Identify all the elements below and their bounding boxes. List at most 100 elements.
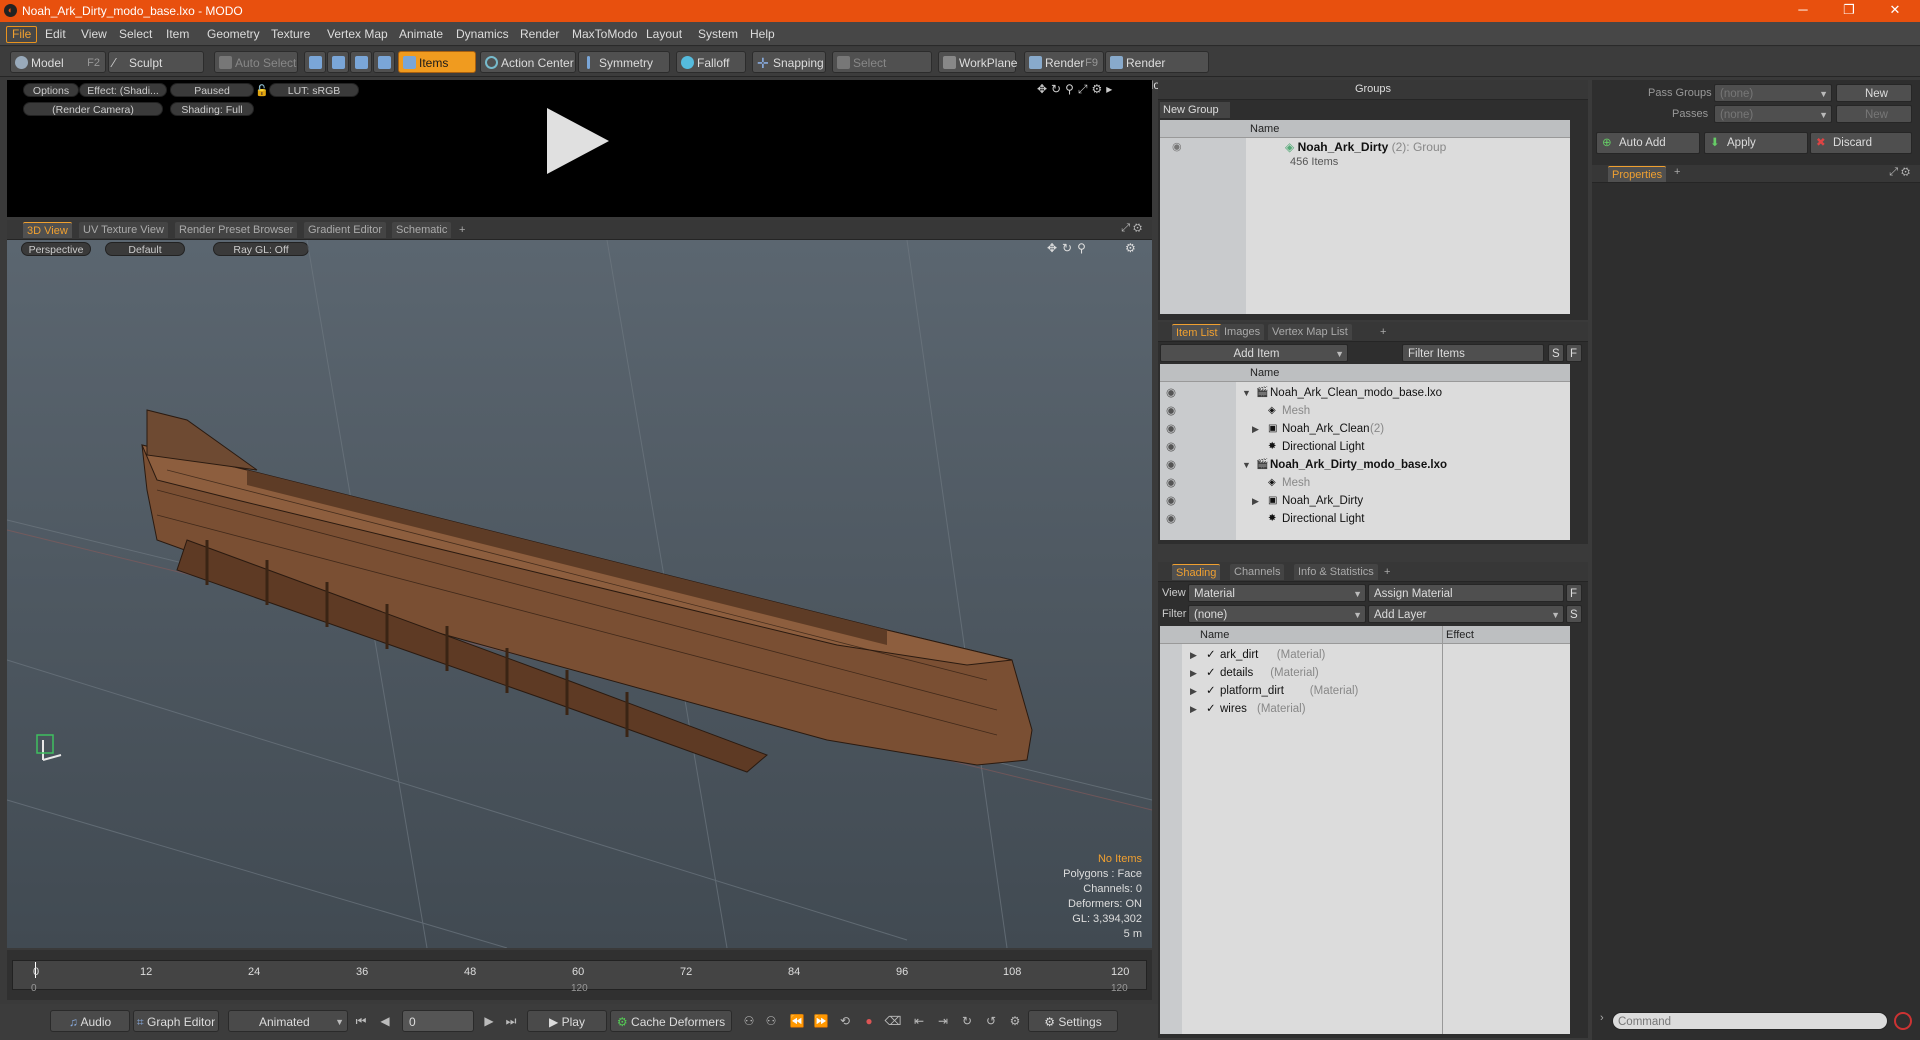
tab-3d-view[interactable]: 3D View — [23, 222, 72, 238]
eye-icon[interactable]: ◉ — [1166, 402, 1176, 420]
render-options-button[interactable]: Options — [23, 83, 79, 97]
eye-icon[interactable]: ◉ — [1166, 456, 1176, 474]
maximize-button[interactable]: ❐ — [1826, 0, 1872, 22]
falloff-button[interactable]: Falloff — [676, 51, 746, 73]
enable-check-icon[interactable]: ✓ — [1206, 646, 1216, 664]
shader-tree-row[interactable]: ▶ ✓ wires (Material) — [1160, 700, 1570, 718]
render-camera-dropdown[interactable]: (Render Camera) — [23, 102, 163, 116]
render-window-button[interactable]: Render Window — [1105, 51, 1209, 92]
add-tab-button[interactable]: + — [1380, 564, 1394, 580]
filter-items-input[interactable]: Filter Items — [1402, 344, 1544, 362]
menu-help[interactable]: Help — [745, 26, 780, 43]
render-preview[interactable]: Options Effect: (Shadi... Paused 🔓 LUT: … — [7, 80, 1152, 217]
polygons-mode-button[interactable] — [350, 51, 372, 73]
tab-images[interactable]: Images — [1220, 324, 1265, 340]
play-render-icon[interactable] — [547, 108, 609, 174]
add-item-dropdown[interactable]: Add Item ▼ — [1160, 344, 1348, 362]
lut-dropdown[interactable]: LUT: sRGB — [269, 83, 359, 97]
snapping-button[interactable]: ✛ Snapping — [752, 51, 826, 73]
set-key-icon[interactable]: ⟲ — [836, 1012, 854, 1030]
range-end-icon[interactable]: ⇥ — [934, 1012, 952, 1030]
pass-groups-dropdown[interactable]: (none) ▼ — [1714, 84, 1832, 102]
next-frame-icon[interactable]: ▶ — [480, 1012, 498, 1030]
timeline[interactable]: 0 12 24 36 48 60 72 84 96 108 120 0 120 … — [7, 950, 1152, 1000]
model-mode-button[interactable]: Model F2 — [10, 51, 106, 73]
eye-icon[interactable]: ◉ — [1166, 420, 1176, 438]
next-key-icon[interactable]: ⏩ — [812, 1012, 830, 1030]
shader-tree-row[interactable]: ▶ ✓ details (Material) — [1160, 664, 1570, 682]
tab-vertex-map-list[interactable]: Vertex Map List — [1268, 324, 1352, 340]
workplane-button[interactable]: WorkPlane — [938, 51, 1017, 73]
view-dropdown[interactable]: Material ▼ — [1188, 584, 1366, 602]
menu-system[interactable]: System — [693, 26, 743, 43]
properties-settings-icon[interactable]: ⤢ ⚙ — [1889, 166, 1910, 179]
expand-icon[interactable]: ▶ — [1190, 682, 1197, 700]
shading-dropdown[interactable]: Shading: Full — [170, 102, 254, 116]
shader-tree-row[interactable]: ▶ ✓ ark_dirt (Material) — [1160, 646, 1570, 664]
auto-key-icon[interactable]: ⚇ — [762, 1012, 780, 1030]
eye-icon[interactable]: ◉ — [1166, 438, 1176, 456]
group-visibility-icon[interactable]: ◉ — [1172, 140, 1182, 153]
new-group-button[interactable]: New Group — [1160, 102, 1230, 118]
expand-icon[interactable]: ▶ — [1190, 646, 1197, 664]
group-row[interactable]: ◈ Noah_Ark_Dirty (2): Group — [1285, 140, 1446, 154]
menu-file[interactable]: File — [6, 26, 38, 43]
new-pass-group-button[interactable]: New — [1836, 84, 1912, 102]
prev-key-icon[interactable]: ⏪ — [788, 1012, 806, 1030]
render-button[interactable]: Render F9 — [1024, 51, 1104, 73]
last-frame-icon[interactable]: ⏭ — [502, 1012, 520, 1030]
shading-f-button[interactable]: F — [1566, 584, 1582, 602]
menu-dynamics[interactable]: Dynamics — [451, 26, 514, 43]
groups-list[interactable]: Name ◉ ◈ Noah_Ark_Dirty (2): Group 456 I… — [1160, 120, 1570, 314]
tab-item-list[interactable]: Item List — [1172, 324, 1222, 340]
key-icon[interactable]: ⚇ — [740, 1012, 758, 1030]
3d-viewport[interactable]: Perspective Default Ray GL: Off ✥↻⚲ ⚙ No… — [7, 240, 1152, 948]
eye-icon[interactable]: ◉ — [1166, 474, 1176, 492]
expand-icon[interactable]: ▼ — [1242, 456, 1251, 474]
add-tab-button[interactable]: + — [455, 222, 469, 238]
eye-icon[interactable]: ◉ — [1166, 510, 1176, 528]
record-icon[interactable]: ● — [860, 1012, 878, 1030]
menu-vertex-map[interactable]: Vertex Map — [322, 26, 393, 43]
action-center-button[interactable]: Action Center — [480, 51, 576, 73]
options-icon[interactable]: ⚙ — [1006, 1012, 1024, 1030]
item-list[interactable]: Name ◉ ▼ 🎬 Noah_Ark_Clean_modo_base.lxo ◉ ◈ Me… — [1160, 364, 1570, 540]
auto-select-button[interactable]: Auto Select — [214, 51, 298, 73]
item-list-row[interactable]: ◉ ✸ Directional Light — [1160, 510, 1570, 528]
expand-icon[interactable]: ▶ — [1190, 700, 1197, 718]
render-nav-icons[interactable]: ✥↻⚲⤢⚙▸ — [1037, 82, 1116, 97]
menu-maxtomodo[interactable]: MaxToModo — [567, 26, 642, 43]
menu-view[interactable]: View — [76, 26, 112, 43]
shading-s-button[interactable]: S — [1566, 605, 1582, 623]
tab-info-statistics[interactable]: Info & Statistics — [1294, 564, 1378, 580]
tab-render-preset-browser[interactable]: Render Preset Browser — [175, 222, 298, 238]
bounce-icon[interactable]: ↺ — [982, 1012, 1000, 1030]
auto-add-button[interactable]: ⊕ Auto Add — [1596, 132, 1700, 154]
passes-dropdown[interactable]: (none) ▼ — [1714, 105, 1832, 123]
sculpt-mode-button[interactable]: ⁄ Sculpt — [108, 51, 204, 73]
menu-texture[interactable]: Texture — [266, 26, 315, 43]
enable-check-icon[interactable]: ✓ — [1206, 664, 1216, 682]
animated-dropdown[interactable]: Animated ▼ — [228, 1010, 348, 1032]
tab-gradient-editor[interactable]: Gradient Editor — [304, 222, 386, 238]
expand-icon[interactable]: ▶ — [1252, 492, 1259, 510]
eye-icon[interactable]: ◉ — [1166, 492, 1176, 510]
item-list-row[interactable]: ◉ ▶ ▣ Noah_Ark_Dirty — [1160, 492, 1570, 510]
settings-button[interactable]: ⚙ Settings — [1028, 1010, 1118, 1032]
vertices-mode-button[interactable] — [304, 51, 326, 73]
tab-properties[interactable]: Properties — [1608, 166, 1667, 182]
enable-check-icon[interactable]: ✓ — [1206, 682, 1216, 700]
enable-check-icon[interactable]: ✓ — [1206, 700, 1216, 718]
item-list-row[interactable]: ◉ ▶ ▣ Noah_Ark_Clean (2) — [1160, 420, 1570, 438]
audio-button[interactable]: ♫ Audio — [50, 1010, 130, 1032]
menu-animate[interactable]: Animate — [394, 26, 448, 43]
expand-icon[interactable]: ▼ — [1242, 384, 1251, 402]
expand-icon[interactable]: ▶ — [1190, 664, 1197, 682]
graph-editor-button[interactable]: ⌗ Graph Editor — [133, 1010, 219, 1032]
item-list-row[interactable]: ◉ ◈ Mesh — [1160, 402, 1570, 420]
menu-layout[interactable]: Layout — [641, 26, 687, 43]
minimize-button[interactable]: ─ — [1780, 0, 1826, 22]
cache-deformers-button[interactable]: ⚙ Cache Deformers — [610, 1010, 732, 1032]
expand-icon[interactable]: ▶ — [1252, 420, 1259, 438]
delete-key-icon[interactable]: ⌫ — [884, 1012, 902, 1030]
